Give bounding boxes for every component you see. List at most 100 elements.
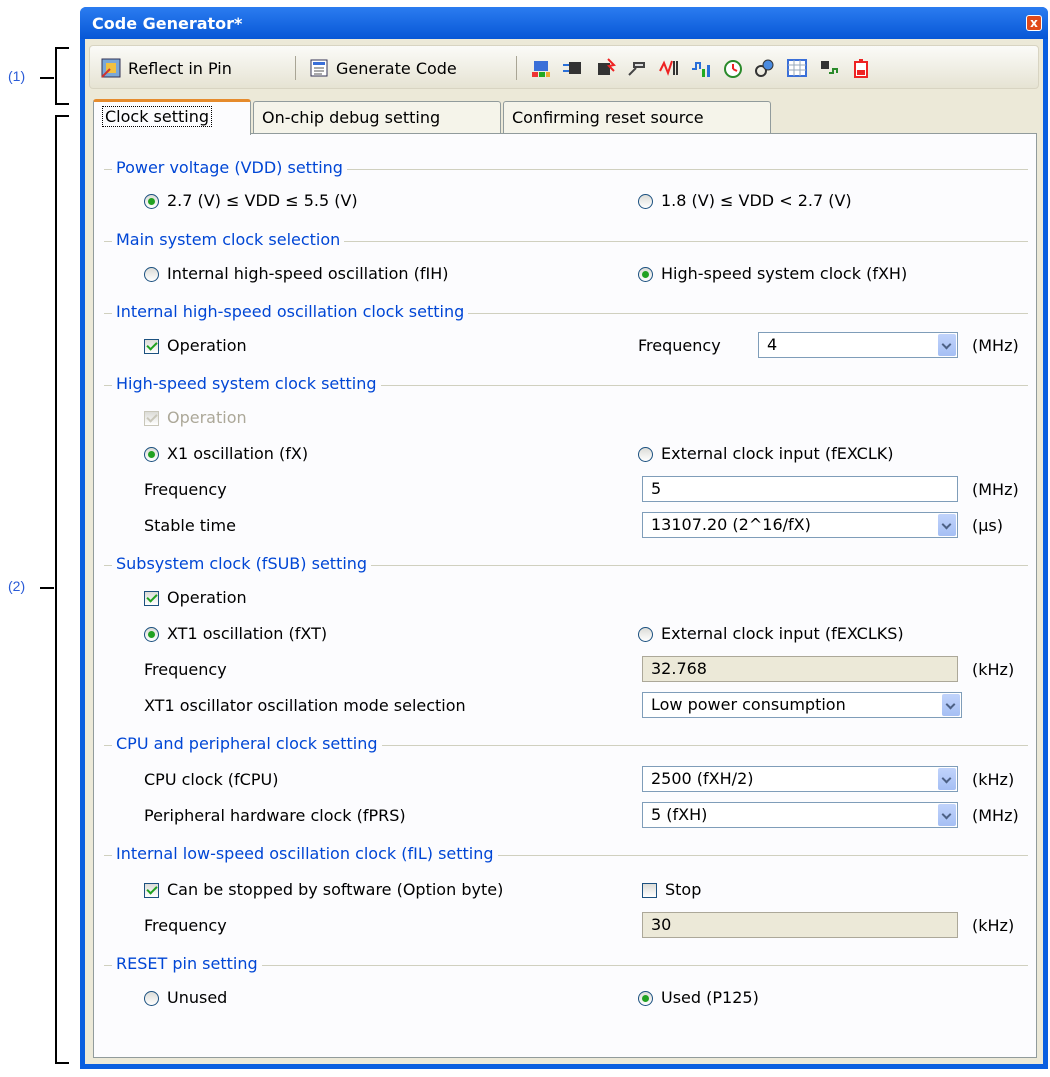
checkbox-stop[interactable]: Stop [642, 880, 701, 899]
radio-indicator [144, 627, 159, 642]
prs-clock-select[interactable]: 5 (fXH) [642, 802, 958, 828]
radio-reset-used[interactable]: Used (P125) [638, 988, 759, 1007]
ih-frequency-unit: (MHz) [972, 336, 1019, 355]
checkbox-indicator [144, 411, 159, 426]
checkbox-hs-operation: Operation [144, 408, 247, 427]
battery-icon[interactable] [850, 57, 872, 79]
checkbox-sub-operation[interactable]: Operation [144, 588, 247, 607]
pin-config-icon[interactable] [530, 57, 552, 79]
radio-external-clock-input-s[interactable]: External clock input (fEXCLKS) [638, 624, 904, 643]
chevron-down-icon [938, 804, 956, 826]
il-frequency-field: 30 [642, 912, 958, 938]
radio-indicator [144, 267, 159, 282]
title-bar: Code Generator* x [80, 7, 1048, 39]
interrupt-icon[interactable] [594, 57, 617, 79]
grid-icon[interactable] [786, 57, 808, 79]
window-client: Reflect in Pin Generate Code Clock setti… [85, 39, 1043, 1064]
watchdog-icon[interactable] [722, 57, 744, 79]
radio-x1-oscillation[interactable]: X1 oscillation (fX) [144, 444, 308, 463]
toolbar: Reflect in Pin Generate Code [89, 45, 1039, 89]
il-frequency-label: Frequency [144, 916, 227, 935]
toolbar-separator [516, 56, 517, 80]
radio-indicator [638, 447, 653, 462]
callout-2-leader [40, 587, 54, 589]
radio-external-clock-input[interactable]: External clock input (fEXCLK) [638, 444, 894, 463]
radio-reset-unused[interactable]: Unused [144, 988, 227, 1007]
adc-icon[interactable] [658, 57, 680, 79]
key-icon[interactable] [754, 57, 776, 79]
radio-xt1-oscillation[interactable]: XT1 oscillation (fXT) [144, 624, 327, 643]
section-il-osc: Internal low-speed oscillation clock (fI… [104, 844, 1028, 866]
chevron-down-icon [938, 768, 956, 790]
callout-1-bracket [55, 47, 69, 105]
prs-clock-unit: (MHz) [972, 806, 1019, 825]
radio-indicator [638, 991, 653, 1006]
sub-frequency-unit: (kHz) [972, 660, 1015, 679]
ih-frequency-label: Frequency [638, 336, 721, 355]
section-cpu-clock: CPU and peripheral clock setting [104, 734, 1028, 756]
radio-indicator [638, 267, 653, 282]
code-generator-window: Code Generator* x Reflect in Pin Generat… [80, 7, 1048, 1069]
callout-2: (2) [8, 578, 26, 594]
cpu-clock-label: CPU clock (fCPU) [144, 770, 279, 789]
generate-code-button[interactable]: Generate Code [308, 55, 457, 81]
section-hs-clock: High-speed system clock setting [104, 374, 1028, 396]
section-sub-clock: Subsystem clock (fSUB) setting [104, 554, 1028, 576]
tab-clock-setting[interactable]: Clock setting [93, 99, 251, 135]
toolbar-separator [295, 56, 296, 80]
radio-vdd-2-7-5-5[interactable]: 2.7 (V) ≤ VDD ≤ 5.5 (V) [144, 191, 358, 210]
callout-2-bracket [55, 115, 69, 1064]
radio-indicator [144, 991, 159, 1006]
tab-on-chip-debug-setting[interactable]: On-chip debug setting [253, 101, 501, 133]
radio-indicator [638, 627, 653, 642]
realtime-clock-icon[interactable] [818, 57, 840, 79]
hs-frequency-input[interactable]: 5 [642, 476, 958, 502]
chevron-down-icon [938, 514, 956, 536]
section-power-voltage: Power voltage (VDD) setting [104, 158, 1028, 180]
close-button[interactable]: x [1026, 15, 1042, 31]
checkbox-indicator [642, 883, 657, 898]
checkbox-indicator [144, 591, 159, 606]
stable-time-unit: (µs) [972, 516, 1003, 535]
hs-frequency-label: Frequency [144, 480, 227, 499]
timer-icon[interactable] [690, 57, 712, 79]
section-ih-osc: Internal high-speed oscillation clock se… [104, 302, 1028, 324]
reflect-in-pin-button[interactable]: Reflect in Pin [100, 55, 232, 81]
checkbox-indicator [144, 883, 159, 898]
radio-internal-high-speed[interactable]: Internal high-speed oscillation (fIH) [144, 264, 449, 283]
sub-frequency-field: 32.768 [642, 656, 958, 682]
generate-code-icon [308, 57, 330, 79]
stable-time-select[interactable]: 13107.20 (2^16/fX) [642, 512, 958, 538]
cpu-clock-select[interactable]: 2500 (fXH/2) [642, 766, 958, 792]
radio-high-speed-system-clock[interactable]: High-speed system clock (fXH) [638, 264, 907, 283]
xt1-mode-label: XT1 oscillator oscillation mode selectio… [144, 696, 466, 715]
tab-confirming-reset-source[interactable]: Confirming reset source [503, 101, 771, 133]
ih-frequency-select[interactable]: 4 [758, 332, 958, 358]
reflect-pin-icon [100, 57, 122, 79]
window-title: Code Generator* [92, 14, 243, 33]
sub-frequency-label: Frequency [144, 660, 227, 679]
hs-frequency-unit: (MHz) [972, 480, 1019, 499]
generate-code-label: Generate Code [336, 58, 457, 78]
section-main-clock: Main system clock selection [104, 230, 1028, 252]
clock-setting-panel: Power voltage (VDD) setting 2.7 (V) ≤ VD… [93, 133, 1037, 1058]
cpu-clock-unit: (kHz) [972, 770, 1015, 789]
radio-indicator [144, 194, 159, 209]
reflect-in-pin-label: Reflect in Pin [128, 58, 232, 78]
checkbox-can-be-stopped[interactable]: Can be stopped by software (Option byte) [144, 880, 503, 899]
port-icon[interactable] [562, 57, 584, 79]
checkbox-ih-operation[interactable]: Operation [144, 336, 247, 355]
section-reset-pin: RESET pin setting [104, 954, 1028, 976]
radio-indicator [144, 447, 159, 462]
callout-1: (1) [8, 68, 26, 84]
radio-vdd-1-8-2-7[interactable]: 1.8 (V) ≤ VDD < 2.7 (V) [638, 191, 852, 210]
prs-clock-label: Peripheral hardware clock (fPRS) [144, 806, 406, 825]
xt1-mode-select[interactable]: Low power consumption [642, 692, 962, 718]
chevron-down-icon [942, 694, 960, 716]
stable-time-label: Stable time [144, 516, 236, 535]
checkbox-indicator [144, 339, 159, 354]
callout-1-leader [40, 77, 54, 79]
serial-icon[interactable] [626, 57, 648, 79]
radio-indicator [638, 194, 653, 209]
chevron-down-icon [938, 334, 956, 356]
